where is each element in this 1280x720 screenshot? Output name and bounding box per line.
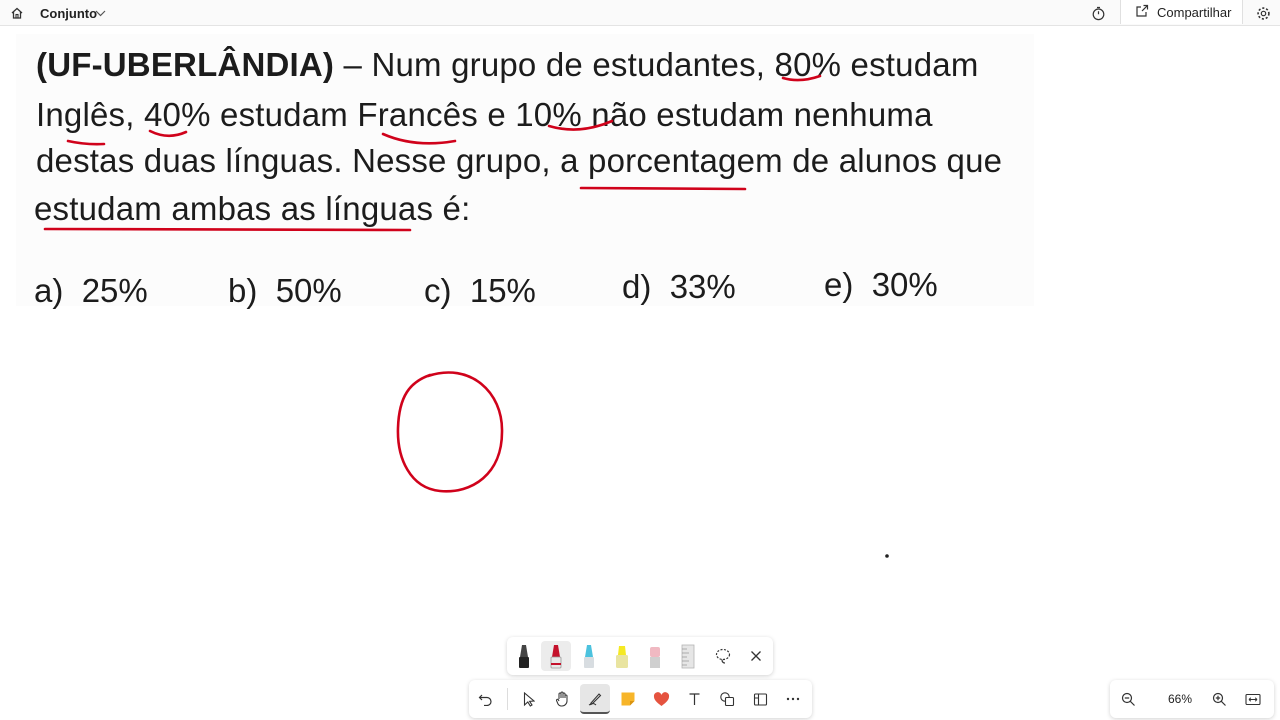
problem-line-1-text: Num grupo de estudantes, 80% estudam (371, 46, 979, 83)
option-value: 25% (81, 272, 148, 309)
option-letter: c) (424, 272, 452, 309)
hand-icon[interactable] (547, 684, 577, 714)
pen-tool-icon[interactable] (580, 684, 610, 714)
eraser-icon[interactable] (640, 641, 670, 671)
home-icon[interactable] (6, 0, 28, 26)
top-bar: Conjunto Compartilhar (0, 0, 1280, 26)
problem-source: (UF-UBERLÂNDIA) (36, 46, 335, 83)
share-icon (1135, 4, 1149, 20)
more-icon[interactable] (778, 684, 808, 714)
option-a: a) 25% (34, 272, 148, 310)
problem-line-1: (UF-UBERLÂNDIA) – Num grupo de estudante… (36, 46, 979, 84)
option-c: c) 15% (424, 272, 536, 310)
close-icon[interactable] (741, 641, 771, 671)
yellow-highlighter-icon[interactable] (607, 641, 637, 671)
ink-dot (885, 554, 889, 558)
black-pen-icon[interactable] (509, 641, 539, 671)
option-value: 50% (275, 272, 342, 309)
option-letter: d) (622, 268, 652, 305)
problem-image[interactable]: (UF-UBERLÂNDIA) – Num grupo de estudante… (16, 34, 1034, 309)
share-label: Compartilhar (1157, 4, 1232, 20)
timer-icon[interactable] (1087, 0, 1109, 26)
board-title[interactable]: Conjunto (40, 0, 97, 26)
lasso-icon[interactable] (708, 641, 738, 671)
settings-icon[interactable] (1252, 0, 1274, 26)
undo-icon[interactable] (470, 684, 500, 714)
problem-line-3: destas duas línguas. Nesse grupo, a porc… (36, 142, 1003, 179)
blue-pen-icon[interactable] (574, 641, 604, 671)
heart-reaction-icon[interactable] (646, 684, 676, 714)
sticky-note-icon[interactable] (613, 684, 643, 714)
option-letter: a) (34, 272, 64, 309)
text-icon[interactable] (679, 684, 709, 714)
red-pen-icon[interactable] (541, 641, 571, 671)
chevron-down-icon[interactable] (95, 0, 109, 26)
option-letter: b) (228, 272, 258, 309)
option-value: 15% (469, 272, 536, 309)
zoom-level[interactable]: 66% (1158, 680, 1202, 718)
fit-to-screen-icon[interactable] (1238, 684, 1268, 714)
main-toolbar (469, 680, 812, 718)
problem-line-4: estudam ambas as línguas é: (34, 190, 471, 227)
option-e: e) 30% (824, 266, 938, 304)
select-icon[interactable] (514, 684, 544, 714)
shapes-icon[interactable] (712, 684, 742, 714)
ruler-icon[interactable] (673, 641, 703, 671)
option-b: b) 50% (228, 272, 342, 310)
zoom-bar: 66% (1110, 680, 1274, 718)
template-icon[interactable] (745, 684, 775, 714)
problem-line-2: Inglês, 40% estudam Francês e 10% não es… (36, 96, 933, 133)
option-value: 30% (871, 266, 938, 303)
zoom-in-icon[interactable] (1204, 684, 1234, 714)
problem-dash: – (343, 46, 363, 83)
option-value: 33% (669, 268, 736, 305)
option-d: d) 33% (622, 268, 736, 306)
ink-circle (396, 371, 504, 493)
pen-palette (507, 637, 773, 675)
share-button[interactable]: Compartilhar (1120, 0, 1243, 24)
option-letter: e) (824, 266, 854, 303)
zoom-out-icon[interactable] (1113, 684, 1143, 714)
